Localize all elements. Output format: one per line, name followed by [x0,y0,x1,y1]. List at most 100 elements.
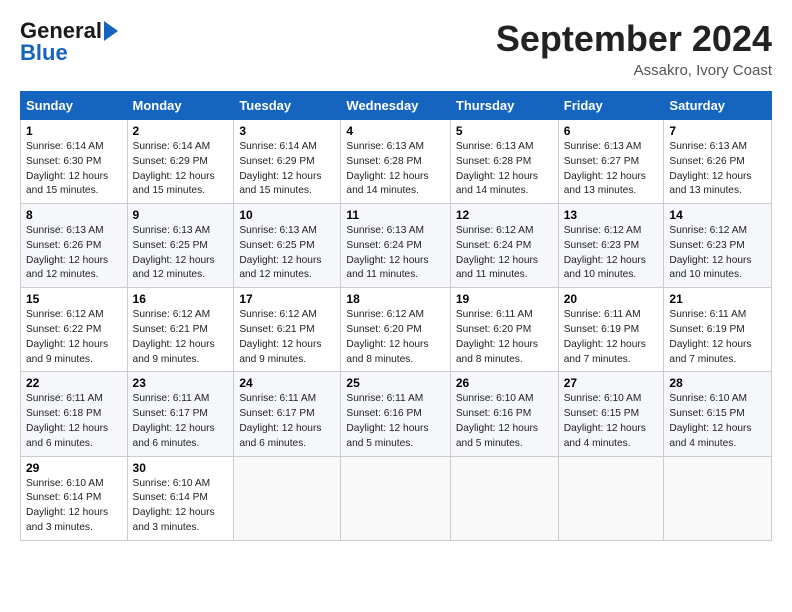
day-number: 27 [564,376,659,390]
day-detail: Sunrise: 6:14 AMSunset: 6:29 PMDaylight:… [239,141,321,196]
table-row: 28 Sunrise: 6:10 AMSunset: 6:15 PMDaylig… [664,372,772,456]
day-detail: Sunrise: 6:13 AMSunset: 6:28 PMDaylight:… [346,141,428,196]
col-saturday: Saturday [664,92,772,120]
day-number: 10 [239,208,335,222]
day-detail: Sunrise: 6:13 AMSunset: 6:25 PMDaylight:… [239,225,321,280]
table-row: 18 Sunrise: 6:12 AMSunset: 6:20 PMDaylig… [341,288,450,372]
table-row: 30 Sunrise: 6:10 AMSunset: 6:14 PMDaylig… [127,456,234,540]
day-detail: Sunrise: 6:12 AMSunset: 6:20 PMDaylight:… [346,309,428,364]
table-row: 15 Sunrise: 6:12 AMSunset: 6:22 PMDaylig… [21,288,128,372]
logo: General Blue [20,18,118,66]
day-number: 29 [26,461,122,475]
day-detail: Sunrise: 6:13 AMSunset: 6:26 PMDaylight:… [669,141,751,196]
day-detail: Sunrise: 6:12 AMSunset: 6:23 PMDaylight:… [669,225,751,280]
table-row: 29 Sunrise: 6:10 AMSunset: 6:14 PMDaylig… [21,456,128,540]
day-number: 11 [346,208,444,222]
calendar-week-row: 29 Sunrise: 6:10 AMSunset: 6:14 PMDaylig… [21,456,772,540]
day-number: 7 [669,124,766,138]
day-number: 20 [564,292,659,306]
day-number: 1 [26,124,122,138]
day-number: 18 [346,292,444,306]
page: General Blue September 2024 Assakro, Ivo… [0,0,792,551]
table-row: 8 Sunrise: 6:13 AMSunset: 6:26 PMDayligh… [21,204,128,288]
table-row: 20 Sunrise: 6:11 AMSunset: 6:19 PMDaylig… [558,288,664,372]
day-number: 25 [346,376,444,390]
month-title: September 2024 [496,18,772,60]
day-detail: Sunrise: 6:14 AMSunset: 6:30 PMDaylight:… [26,141,108,196]
day-detail: Sunrise: 6:14 AMSunset: 6:29 PMDaylight:… [133,141,215,196]
day-number: 24 [239,376,335,390]
table-row: 14 Sunrise: 6:12 AMSunset: 6:23 PMDaylig… [664,204,772,288]
day-detail: Sunrise: 6:13 AMSunset: 6:24 PMDaylight:… [346,225,428,280]
day-detail: Sunrise: 6:10 AMSunset: 6:15 PMDaylight:… [564,393,646,448]
day-number: 9 [133,208,229,222]
table-row: 2 Sunrise: 6:14 AMSunset: 6:29 PMDayligh… [127,120,234,204]
day-number: 3 [239,124,335,138]
table-row: 26 Sunrise: 6:10 AMSunset: 6:16 PMDaylig… [450,372,558,456]
table-row: 21 Sunrise: 6:11 AMSunset: 6:19 PMDaylig… [664,288,772,372]
day-detail: Sunrise: 6:10 AMSunset: 6:15 PMDaylight:… [669,393,751,448]
day-detail: Sunrise: 6:10 AMSunset: 6:14 PMDaylight:… [133,478,215,533]
title-block: September 2024 Assakro, Ivory Coast [496,18,772,79]
day-number: 2 [133,124,229,138]
day-number: 19 [456,292,553,306]
table-row: 16 Sunrise: 6:12 AMSunset: 6:21 PMDaylig… [127,288,234,372]
col-wednesday: Wednesday [341,92,450,120]
day-number: 17 [239,292,335,306]
table-row: 1 Sunrise: 6:14 AMSunset: 6:30 PMDayligh… [21,120,128,204]
table-row: 3 Sunrise: 6:14 AMSunset: 6:29 PMDayligh… [234,120,341,204]
day-number: 26 [456,376,553,390]
day-detail: Sunrise: 6:11 AMSunset: 6:19 PMDaylight:… [669,309,751,364]
day-detail: Sunrise: 6:11 AMSunset: 6:20 PMDaylight:… [456,309,538,364]
day-detail: Sunrise: 6:11 AMSunset: 6:17 PMDaylight:… [239,393,321,448]
table-row [558,456,664,540]
calendar-header-row: Sunday Monday Tuesday Wednesday Thursday… [21,92,772,120]
table-row: 13 Sunrise: 6:12 AMSunset: 6:23 PMDaylig… [558,204,664,288]
day-number: 22 [26,376,122,390]
calendar-table: Sunday Monday Tuesday Wednesday Thursday… [20,91,772,541]
table-row: 12 Sunrise: 6:12 AMSunset: 6:24 PMDaylig… [450,204,558,288]
day-number: 16 [133,292,229,306]
table-row: 17 Sunrise: 6:12 AMSunset: 6:21 PMDaylig… [234,288,341,372]
day-detail: Sunrise: 6:10 AMSunset: 6:16 PMDaylight:… [456,393,538,448]
logo-arrow-icon [104,21,118,41]
table-row: 23 Sunrise: 6:11 AMSunset: 6:17 PMDaylig… [127,372,234,456]
day-number: 14 [669,208,766,222]
col-monday: Monday [127,92,234,120]
day-number: 5 [456,124,553,138]
day-number: 21 [669,292,766,306]
day-number: 13 [564,208,659,222]
table-row: 5 Sunrise: 6:13 AMSunset: 6:28 PMDayligh… [450,120,558,204]
day-number: 6 [564,124,659,138]
table-row [664,456,772,540]
col-sunday: Sunday [21,92,128,120]
day-number: 4 [346,124,444,138]
table-row: 10 Sunrise: 6:13 AMSunset: 6:25 PMDaylig… [234,204,341,288]
day-detail: Sunrise: 6:12 AMSunset: 6:24 PMDaylight:… [456,225,538,280]
table-row: 27 Sunrise: 6:10 AMSunset: 6:15 PMDaylig… [558,372,664,456]
calendar-week-row: 15 Sunrise: 6:12 AMSunset: 6:22 PMDaylig… [21,288,772,372]
table-row: 19 Sunrise: 6:11 AMSunset: 6:20 PMDaylig… [450,288,558,372]
calendar-week-row: 22 Sunrise: 6:11 AMSunset: 6:18 PMDaylig… [21,372,772,456]
day-detail: Sunrise: 6:13 AMSunset: 6:28 PMDaylight:… [456,141,538,196]
table-row: 24 Sunrise: 6:11 AMSunset: 6:17 PMDaylig… [234,372,341,456]
day-detail: Sunrise: 6:11 AMSunset: 6:17 PMDaylight:… [133,393,215,448]
table-row: 22 Sunrise: 6:11 AMSunset: 6:18 PMDaylig… [21,372,128,456]
day-number: 12 [456,208,553,222]
col-tuesday: Tuesday [234,92,341,120]
table-row: 4 Sunrise: 6:13 AMSunset: 6:28 PMDayligh… [341,120,450,204]
table-row: 25 Sunrise: 6:11 AMSunset: 6:16 PMDaylig… [341,372,450,456]
day-number: 30 [133,461,229,475]
header: General Blue September 2024 Assakro, Ivo… [20,18,772,79]
day-detail: Sunrise: 6:11 AMSunset: 6:19 PMDaylight:… [564,309,646,364]
day-detail: Sunrise: 6:12 AMSunset: 6:23 PMDaylight:… [564,225,646,280]
table-row: 7 Sunrise: 6:13 AMSunset: 6:26 PMDayligh… [664,120,772,204]
calendar-week-row: 1 Sunrise: 6:14 AMSunset: 6:30 PMDayligh… [21,120,772,204]
table-row [234,456,341,540]
day-detail: Sunrise: 6:13 AMSunset: 6:25 PMDaylight:… [133,225,215,280]
day-detail: Sunrise: 6:12 AMSunset: 6:21 PMDaylight:… [239,309,321,364]
day-detail: Sunrise: 6:12 AMSunset: 6:21 PMDaylight:… [133,309,215,364]
location-subtitle: Assakro, Ivory Coast [496,62,772,79]
day-number: 15 [26,292,122,306]
table-row: 6 Sunrise: 6:13 AMSunset: 6:27 PMDayligh… [558,120,664,204]
